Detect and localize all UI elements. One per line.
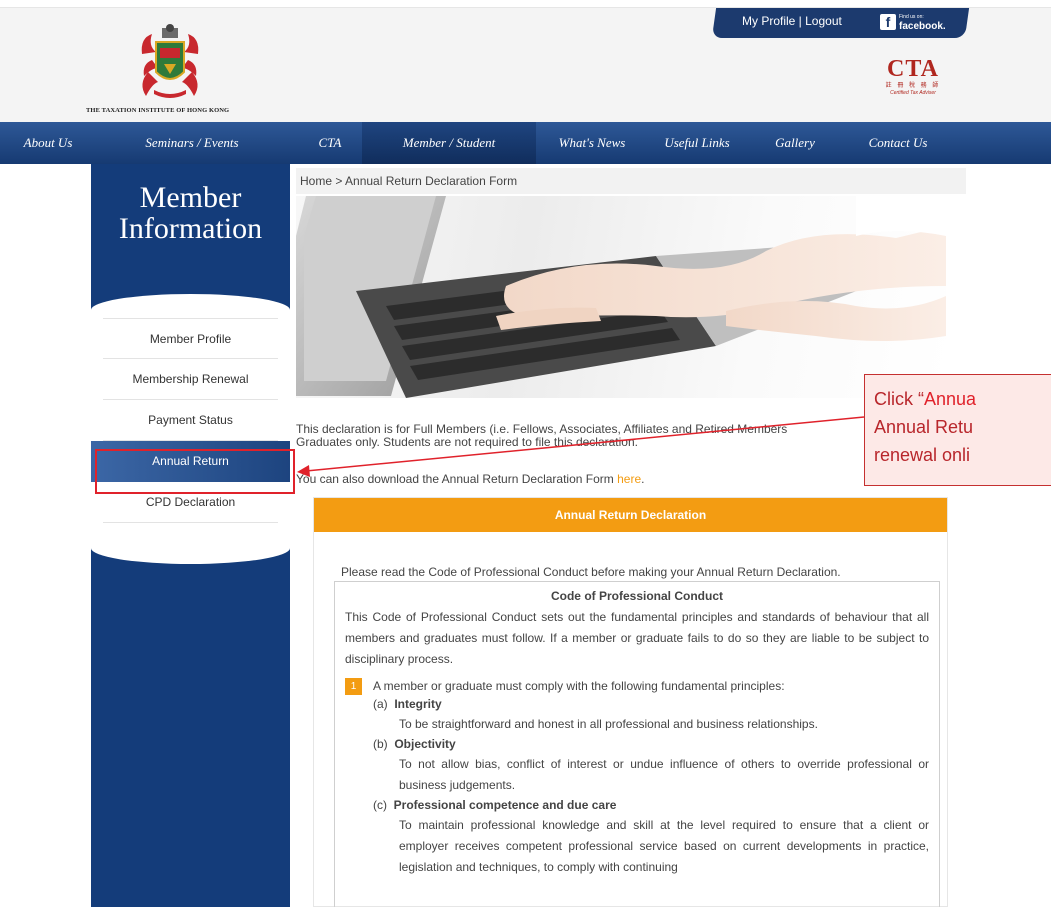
callout-highlight: Annua	[924, 389, 977, 409]
annotation-arrow-head	[297, 465, 310, 477]
callout-line-3: renewal onli	[874, 445, 971, 465]
callout-line-2: Annual Retu	[874, 417, 974, 437]
annotation-arrow-line	[305, 416, 865, 472]
callout-line-1: Click “Annua	[874, 385, 1051, 413]
callout-line-1-prefix: Click “	[874, 389, 924, 409]
instruction-callout: Click “Annua Annual Retu renewal onli	[864, 374, 1051, 486]
